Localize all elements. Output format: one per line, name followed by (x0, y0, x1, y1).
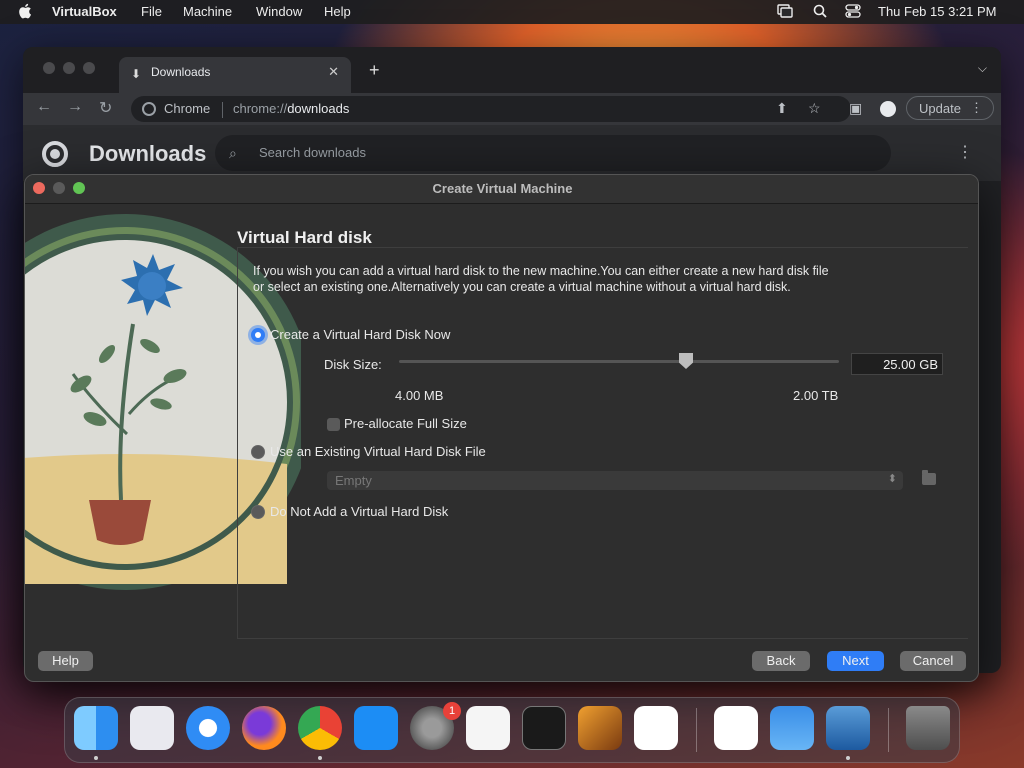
chrome-toolbar: ← → ↻ Chrome chrome://downloads ⬆ ☆ ▣ Up… (23, 93, 1001, 125)
menu-bar: VirtualBox File Machine Window Help Thu … (0, 0, 1024, 24)
use-existing-disk-label[interactable]: Use an Existing Virtual Hard Disk File (270, 444, 486, 459)
url-scheme: chrome:// (233, 101, 288, 116)
downloads-search[interactable]: ⌕ Search downloads (215, 135, 891, 171)
no-disk-label[interactable]: Do Not Add a Virtual Hard Disk (270, 504, 448, 519)
url-host: downloads (287, 101, 350, 116)
existing-disk-value: Empty (335, 473, 372, 488)
preallocate-label[interactable]: Pre-allocate Full Size (344, 416, 467, 431)
preallocate-checkbox[interactable] (327, 418, 340, 431)
cancel-button[interactable]: Cancel (900, 651, 966, 671)
page-title: Downloads (89, 141, 207, 166)
screen-mirroring-icon[interactable] (777, 4, 793, 18)
menu-file[interactable]: File (141, 4, 162, 19)
update-button[interactable]: Update ⋮ (906, 96, 994, 120)
address-bar[interactable]: Chrome chrome://downloads ⬆ ☆ (131, 96, 851, 122)
omnibox-chip: Chrome (164, 101, 211, 116)
chrome-site-icon[interactable] (142, 102, 156, 116)
reload-icon[interactable]: ↻ (99, 98, 112, 118)
chrome-zoom-button[interactable] (83, 62, 95, 74)
profile-avatar-icon[interactable] (880, 101, 896, 117)
menu-help[interactable]: Help (324, 4, 351, 19)
search-input[interactable]: Search downloads (259, 145, 366, 160)
disk-size-label: Disk Size: (324, 357, 382, 372)
firefox-icon[interactable] (242, 706, 286, 750)
url-text[interactable]: chrome://downloads (233, 101, 349, 116)
dock-divider (696, 708, 697, 752)
use-existing-disk-radio[interactable] (251, 445, 265, 459)
description-text: If you wish you can add a virtual hard d… (253, 264, 829, 294)
virtualbox-running-dot (846, 756, 850, 760)
choose-disk-folder-icon[interactable] (922, 470, 936, 485)
create-vm-dialog: Create Virtual Machine Virtual Hard disk… (24, 174, 979, 682)
visual-studio-icon[interactable] (714, 706, 758, 750)
slider-min-label: 4.00 MB (395, 388, 444, 403)
existing-disk-select[interactable]: Empty ⬍ (327, 471, 903, 490)
menu-window[interactable]: Window (256, 4, 302, 19)
side-panel-icon[interactable]: ▣ (849, 100, 862, 117)
weather-icon[interactable] (770, 706, 814, 750)
app-store-icon[interactable] (354, 706, 398, 750)
launchpad-icon[interactable] (130, 706, 174, 750)
chrome-logo-icon (42, 141, 68, 167)
terminal-icon[interactable] (522, 706, 566, 750)
chrome-close-button[interactable] (43, 62, 55, 74)
content-panel (237, 247, 968, 639)
tab-strip: ⬇ Downloads ✕ + ⌵ (23, 47, 1001, 93)
disk-size-slider[interactable] (399, 360, 839, 363)
chrome-running-dot (318, 756, 322, 760)
tab-search-chevron-icon[interactable]: ⌵ (978, 61, 987, 76)
chrome-menu-icon[interactable]: ⋮ (970, 100, 983, 116)
download-icon: ⬇ (131, 67, 142, 81)
disk-size-input[interactable] (852, 354, 938, 374)
control-center-icon[interactable] (845, 4, 861, 18)
create-disk-now-radio[interactable] (251, 328, 265, 342)
select-updown-icon: ⬍ (887, 473, 897, 485)
page-heading: Virtual Hard disk (237, 228, 372, 247)
forward-arrow-icon[interactable]: → (67, 98, 83, 116)
spotlight-search-icon[interactable] (813, 4, 827, 18)
share-icon[interactable]: ⬆ (776, 100, 788, 117)
back-button[interactable]: Back (752, 651, 810, 671)
create-disk-now-label[interactable]: Create a Virtual Hard Disk Now (270, 327, 450, 342)
chrome-minimize-button[interactable] (63, 62, 75, 74)
new-tab-icon[interactable]: + (369, 60, 380, 81)
update-label: Update (919, 101, 961, 116)
menu-clock[interactable]: Thu Feb 15 3:21 PM (878, 4, 997, 19)
no-disk-radio[interactable] (251, 505, 265, 519)
garageband-icon[interactable] (578, 706, 622, 750)
virtualbox-icon[interactable] (826, 706, 870, 750)
slider-max-label: 2.00 TB (793, 388, 839, 403)
disk-size-field[interactable] (851, 353, 943, 375)
vscode-icon[interactable] (634, 706, 678, 750)
menu-machine[interactable]: Machine (183, 4, 232, 19)
help-button[interactable]: Help (38, 651, 93, 671)
tab-close-icon[interactable]: ✕ (328, 64, 339, 80)
downloads-header: Downloads ⌕ Search downloads ⋮ (23, 125, 1001, 181)
bookmark-star-icon[interactable]: ☆ (808, 100, 821, 117)
dialog-titlebar: Create Virtual Machine (25, 175, 978, 204)
search-icon: ⌕ (229, 145, 237, 161)
tab-title: Downloads (151, 65, 211, 79)
apple-menu-icon[interactable] (18, 3, 32, 19)
finder-icon[interactable] (74, 706, 118, 750)
dock: 1 (64, 697, 960, 763)
tab-downloads[interactable]: ⬇ Downloads ✕ (119, 57, 351, 93)
next-button[interactable]: Next (827, 651, 884, 671)
dialog-title: Create Virtual Machine (432, 181, 573, 196)
downloads-menu-icon[interactable]: ⋮ (957, 142, 973, 162)
trash-icon[interactable] (906, 706, 950, 750)
dock-divider-2 (888, 708, 889, 752)
back-arrow-icon[interactable]: ← (36, 98, 52, 116)
settings-notification-badge: 1 (443, 702, 461, 720)
textedit-icon[interactable] (466, 706, 510, 750)
menu-app-name[interactable]: VirtualBox (52, 4, 117, 19)
chrome-icon[interactable] (298, 706, 342, 750)
finder-running-dot (94, 756, 98, 760)
safari-icon[interactable] (186, 706, 230, 750)
omnibox-divider (222, 102, 223, 118)
